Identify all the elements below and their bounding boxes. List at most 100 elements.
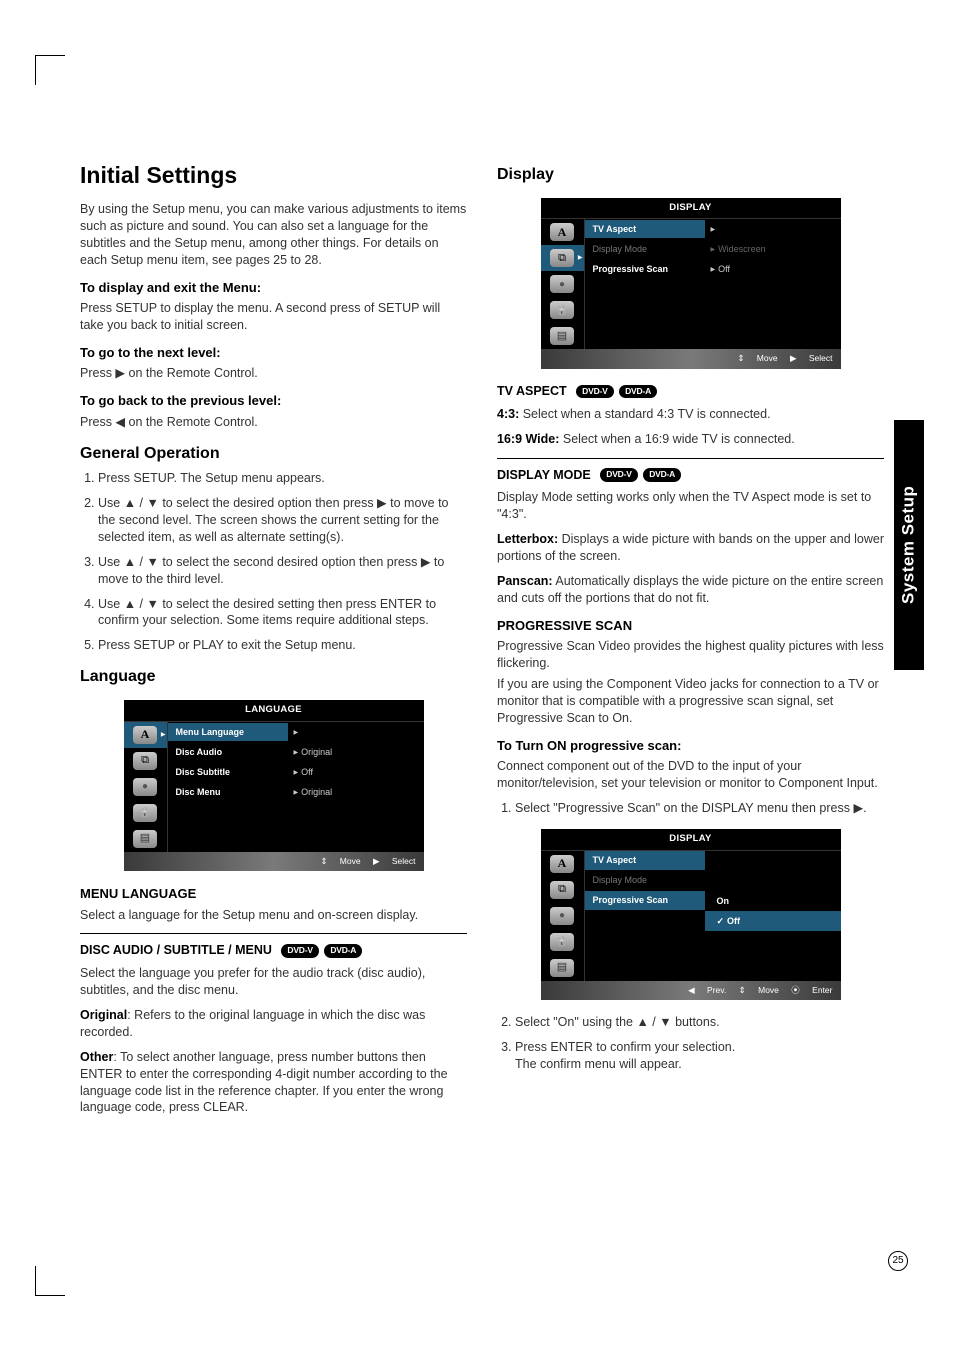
audio-tab-icon bbox=[541, 903, 584, 929]
menu-sidebar-icons bbox=[541, 851, 585, 981]
badge-dvd-a: DVD-A bbox=[619, 385, 657, 398]
language-tab-icon bbox=[541, 851, 584, 877]
prog-step-2: Select "On" using the ▲ / ▼ buttons. bbox=[515, 1014, 884, 1031]
progressive-scan-steps-1: Select "Progressive Scan" on the DISPLAY… bbox=[515, 800, 884, 817]
step-1: Press SETUP. The Setup menu appears. bbox=[98, 470, 467, 487]
label: Disc Subtitle bbox=[168, 763, 288, 781]
value: ▶English bbox=[288, 723, 340, 741]
hint-move: ⇕ Move bbox=[320, 856, 360, 866]
text-next-level: Press ▶ on the Remote Control. bbox=[80, 365, 467, 382]
audio-tab-icon bbox=[124, 774, 167, 800]
label: TV Aspect bbox=[585, 220, 705, 238]
label: Disc Menu bbox=[168, 783, 288, 801]
other-text: Other: To select another language, press… bbox=[80, 1049, 467, 1117]
hint-select: ▶ Select bbox=[373, 856, 416, 866]
option-on: On bbox=[705, 891, 841, 911]
tv-aspect-43: 4:3: Select when a standard 4:3 TV is co… bbox=[497, 406, 884, 423]
menu-row-disc-menu: Disc Menu ▶Original bbox=[168, 782, 424, 802]
general-operation-steps: Press SETUP. The Setup menu appears. Use… bbox=[98, 470, 467, 654]
turn-on-heading: To Turn ON progressive scan: bbox=[497, 737, 884, 755]
badge-dvd-v: DVD-V bbox=[576, 385, 613, 398]
language-tab-icon bbox=[541, 219, 584, 245]
menu-hint-bar: ◀ Prev. ⇕ Move ⦿ Enter bbox=[541, 981, 841, 1000]
hint-move: ⇕ Move bbox=[737, 353, 777, 363]
progressive-scan-text2: If you are using the Component Video jac… bbox=[497, 676, 884, 727]
disc-audio-subtitle-heading: DISC AUDIO / SUBTITLE / MENU DVD-V DVD-A bbox=[80, 942, 467, 959]
hint-prev: ◀ Prev. bbox=[688, 985, 726, 995]
menu-hint-bar: ⇕ Move ▶ Select bbox=[541, 349, 841, 368]
prog-step-1: Select "Progressive Scan" on the DISPLAY… bbox=[515, 800, 884, 817]
step-4: Use ▲ / ▼ to select the desired setting … bbox=[98, 596, 467, 630]
value: ▶Off bbox=[288, 763, 319, 781]
progressive-scan-menu-screenshot: DISPLAY TV Aspect Display Mode bbox=[541, 829, 841, 1000]
display-tab-icon bbox=[124, 748, 167, 774]
page-title: Initial Settings bbox=[80, 160, 467, 191]
badge-dvd-a: DVD-A bbox=[324, 944, 362, 957]
step-2: Use ▲ / ▼ to select the desired option t… bbox=[98, 495, 467, 546]
step-3: Use ▲ / ▼ to select the second desired o… bbox=[98, 554, 467, 588]
display-tab-icon: ▶ bbox=[541, 245, 584, 271]
panscan-text: Panscan: Automatically displays the wide… bbox=[497, 573, 884, 607]
text-display-exit: Press SETUP to display the menu. A secon… bbox=[80, 300, 467, 334]
badge-dvd-v: DVD-V bbox=[600, 468, 637, 481]
menu-title: LANGUAGE bbox=[124, 700, 424, 721]
display-heading: Display bbox=[497, 164, 884, 186]
menu-row-display-mode: Display Mode ▶Widescreen bbox=[585, 239, 841, 259]
progressive-scan-heading: PROGRESSIVE SCAN bbox=[497, 617, 884, 635]
menu-title: DISPLAY bbox=[541, 198, 841, 219]
value: ▶Original bbox=[288, 783, 339, 801]
lock-tab-icon bbox=[541, 929, 584, 955]
others-tab-icon bbox=[541, 323, 584, 349]
menu-sidebar-icons: ▶ bbox=[541, 219, 585, 349]
value: ▶Off bbox=[705, 260, 736, 278]
menu-row-tv-aspect: TV Aspect ▶16 : 9 bbox=[585, 219, 841, 239]
text-previous-level: Press ◀ on the Remote Control. bbox=[80, 414, 467, 431]
prog-step-3: Press ENTER to confirm your selection. T… bbox=[515, 1039, 884, 1073]
tv-aspect-heading: TV ASPECT DVD-V DVD-A bbox=[497, 383, 884, 400]
heading-display-exit: To display and exit the Menu: bbox=[80, 279, 467, 297]
value: ▶Widescreen bbox=[705, 240, 772, 258]
menu-sidebar-icons: ▶ bbox=[124, 722, 168, 852]
left-column: Initial Settings By using the Setup menu… bbox=[80, 160, 467, 1124]
language-menu-screenshot: LANGUAGE ▶ Menu Language ▶English Disc A… bbox=[124, 700, 424, 871]
menu-row-display-mode: Display Mode bbox=[585, 871, 705, 891]
label: Disc Audio bbox=[168, 743, 288, 761]
badge-dvd-a: DVD-A bbox=[643, 468, 681, 481]
option-off: ✓Off bbox=[705, 911, 841, 931]
menu-row-tv-aspect: TV Aspect bbox=[585, 851, 705, 871]
menu-row-disc-audio: Disc Audio ▶Original bbox=[168, 742, 424, 762]
label: Menu Language bbox=[168, 723, 288, 741]
display-tab-icon bbox=[541, 877, 584, 903]
display-mode-heading: DISPLAY MODE DVD-V DVD-A bbox=[497, 467, 884, 484]
hint-select: ▶ Select bbox=[790, 353, 833, 363]
tv-aspect-169: 16:9 Wide: Select when a 16:9 wide TV is… bbox=[497, 431, 884, 448]
heading-previous-level: To go back to the previous level: bbox=[80, 392, 467, 410]
progressive-scan-steps-2: Select "On" using the ▲ / ▼ buttons. Pre… bbox=[515, 1014, 884, 1073]
menu-language-text: Select a language for the Setup menu and… bbox=[80, 907, 467, 924]
menu-row-disc-subtitle: Disc Subtitle ▶Off bbox=[168, 762, 424, 782]
menu-title: DISPLAY bbox=[541, 829, 841, 850]
crop-mark-bottom-left bbox=[35, 1266, 65, 1296]
menu-row-menu-language: Menu Language ▶English bbox=[168, 722, 424, 742]
display-menu-screenshot: DISPLAY ▶ TV Aspect ▶16 : 9 Display Mode bbox=[541, 198, 841, 369]
progressive-scan-text1: Progressive Scan Video provides the high… bbox=[497, 638, 884, 672]
intro-paragraph: By using the Setup menu, you can make va… bbox=[80, 201, 467, 269]
badge-dvd-v: DVD-V bbox=[281, 944, 318, 957]
value: ▶16 : 9 bbox=[705, 220, 748, 238]
letterbox-text: Letterbox: Displays a wide picture with … bbox=[497, 531, 884, 565]
lock-tab-icon bbox=[541, 297, 584, 323]
heading-next-level: To go to the next level: bbox=[80, 344, 467, 362]
submenu-options: On ✓Off bbox=[705, 851, 841, 981]
section-side-tab: System Setup bbox=[894, 420, 924, 670]
menu-row-progressive-scan: Progressive Scan bbox=[585, 891, 705, 911]
value: ▶Original bbox=[288, 743, 339, 761]
right-column: Display DISPLAY ▶ TV Aspect ▶16 : 9 bbox=[497, 160, 884, 1124]
label: Display Mode bbox=[585, 240, 705, 258]
lock-tab-icon bbox=[124, 800, 167, 826]
label: Progressive Scan bbox=[585, 260, 705, 278]
language-heading: Language bbox=[80, 666, 467, 688]
menu-row-progressive-scan: Progressive Scan ▶Off bbox=[585, 259, 841, 279]
language-tab-icon: ▶ bbox=[124, 722, 167, 748]
crop-mark-top-left bbox=[35, 55, 65, 85]
others-tab-icon bbox=[541, 955, 584, 981]
